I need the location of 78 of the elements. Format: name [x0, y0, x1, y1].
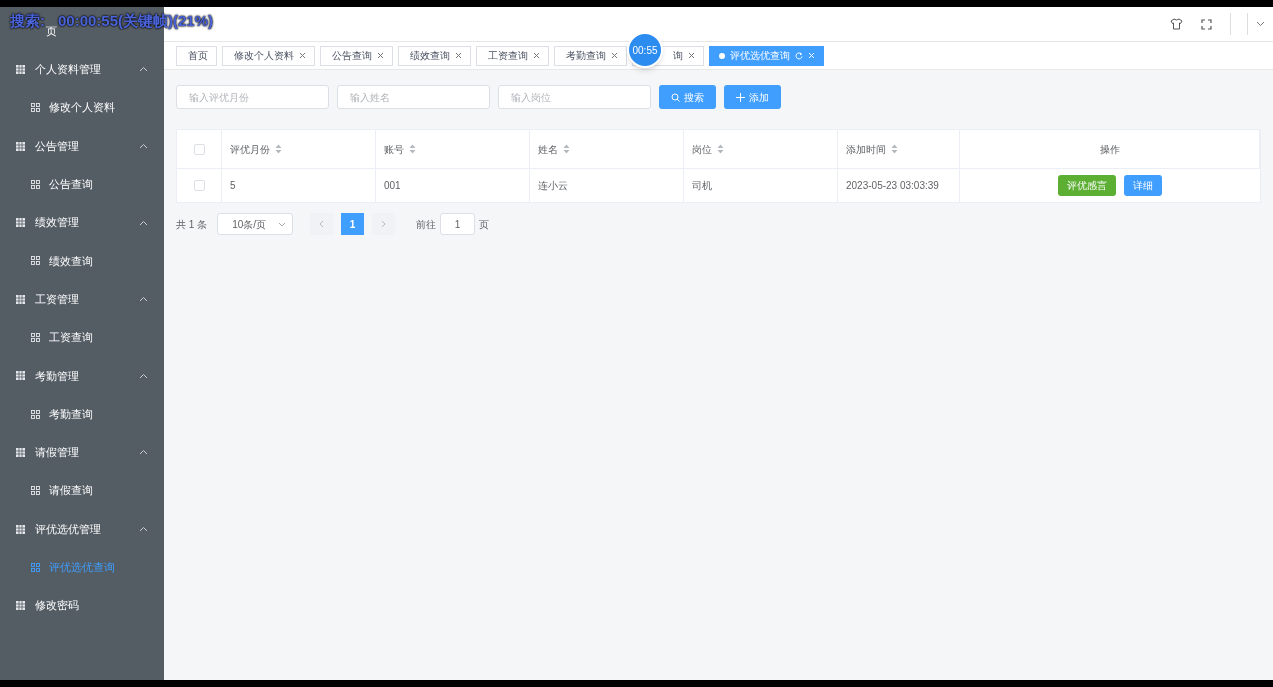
sidebar-subitem[interactable]: 工资查询 — [0, 318, 164, 357]
fullscreen-icon[interactable] — [1201, 18, 1212, 30]
recorder-overlay-label: 搜索: — [10, 11, 45, 31]
sidebar-item[interactable]: 绩效管理 — [0, 203, 164, 242]
tab[interactable]: 修改个人资料 — [222, 45, 315, 66]
close-icon[interactable] — [455, 52, 462, 59]
sidebar-item[interactable]: 个人资料管理 — [0, 50, 164, 89]
input-field[interactable]: 输入评优月份 — [176, 85, 329, 109]
tab[interactable]: 绩效查询 — [398, 45, 471, 66]
sort-icon[interactable] — [409, 144, 416, 154]
sidebar-item[interactable]: 请假管理 — [0, 433, 164, 472]
sidebar-item[interactable]: 评优选优管理 — [0, 509, 164, 549]
total-count: 共 1 条 — [176, 217, 208, 232]
checkbox[interactable] — [193, 143, 205, 155]
apps-icon — [31, 103, 40, 113]
sidebar-item[interactable]: 页 — [46, 22, 57, 40]
apps-icon — [31, 562, 40, 572]
column-header[interactable]: 评优月份 — [230, 141, 270, 157]
sidebar-subitem[interactable]: 考勤查询 — [0, 394, 164, 434]
grid-icon — [16, 524, 25, 534]
column-header[interactable]: 岗位 — [692, 141, 712, 157]
apps-icon — [31, 256, 40, 266]
tab[interactable]: 工资查询 — [476, 45, 549, 66]
grid-icon — [16, 218, 25, 228]
column-header[interactable]: 账号 — [384, 141, 404, 157]
chevron-right-icon — [381, 220, 387, 228]
column-header[interactable]: 添加时间 — [846, 141, 886, 157]
column-header[interactable]: 姓名 — [538, 141, 558, 157]
grid-icon — [16, 141, 25, 151]
page-size-select[interactable]: 10条/页 — [217, 213, 294, 235]
sidebar-subitem[interactable]: 请假查询 — [0, 471, 164, 510]
close-icon[interactable] — [299, 52, 306, 59]
sort-icon[interactable] — [891, 144, 898, 154]
close-icon[interactable] — [611, 52, 618, 59]
caret-icon[interactable] — [1256, 21, 1265, 27]
sort-icon[interactable] — [717, 144, 724, 154]
close-icon[interactable] — [533, 52, 540, 59]
checkbox[interactable] — [193, 180, 205, 191]
page-input[interactable]: 1 — [440, 213, 476, 235]
refresh-icon[interactable] — [795, 51, 803, 60]
apps-icon — [31, 486, 40, 496]
tab[interactable]: 首页 — [176, 45, 217, 66]
sidebar-item[interactable]: 修改密码 — [0, 586, 164, 625]
plus-icon — [736, 92, 745, 102]
sidebar-subitem[interactable]: 绩效查询 — [0, 241, 164, 281]
apps-icon — [31, 179, 40, 189]
grid-icon — [16, 447, 25, 457]
table-cell-text: 001 — [384, 179, 401, 193]
column-header: 操作 — [1099, 142, 1120, 157]
input-field[interactable]: 输入岗位 — [498, 85, 651, 109]
table-cell-text: 连小云 — [538, 179, 568, 193]
sidebar-item[interactable]: 工资管理 — [0, 280, 164, 319]
input-field[interactable]: 输入姓名 — [337, 85, 490, 109]
table-cell-text: 5 — [230, 179, 236, 193]
sort-icon[interactable] — [275, 144, 282, 154]
close-icon[interactable] — [688, 52, 695, 59]
table-cell-text: 2023-05-23 03:03:39 — [846, 179, 939, 193]
sidebar-subitem[interactable]: 修改个人资料 — [0, 88, 164, 127]
apps-icon — [31, 409, 40, 419]
apps-icon — [31, 333, 40, 342]
chevron-left-icon — [319, 220, 325, 228]
close-icon[interactable] — [377, 52, 384, 59]
grid-icon — [16, 371, 25, 381]
tab[interactable]: 公告查询 — [320, 45, 393, 66]
shirt-icon[interactable] — [1170, 18, 1183, 30]
sidebar-item[interactable]: 公告管理 — [0, 126, 164, 166]
sidebar-item[interactable]: 考勤管理 — [0, 356, 164, 395]
sidebar-subitem[interactable]: 公告查询 — [0, 165, 164, 204]
grid-icon — [16, 601, 25, 611]
search-icon — [671, 92, 680, 102]
page-suffix: 页 — [479, 217, 490, 232]
grid-icon — [16, 294, 25, 304]
grid-icon — [16, 64, 25, 74]
table-cell-text: 司机 — [692, 179, 712, 193]
goto-label: 前往 — [416, 217, 437, 232]
tab[interactable]: 考勤查询 — [554, 45, 627, 66]
sort-icon[interactable] — [563, 144, 570, 154]
caret-icon — [278, 221, 287, 227]
